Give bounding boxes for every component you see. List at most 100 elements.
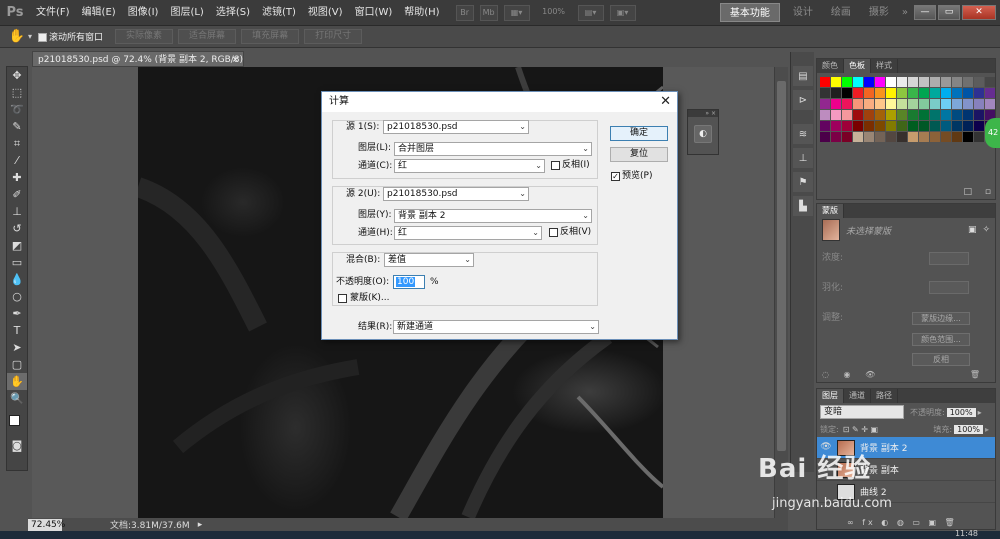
color-swatch[interactable] (897, 110, 907, 120)
color-swatch[interactable] (820, 132, 830, 142)
vector-mask-icon[interactable]: ✧ (982, 225, 990, 235)
color-swatch[interactable] (919, 88, 929, 98)
zoom-level[interactable]: 100% (536, 5, 572, 21)
color-swatch[interactable] (930, 110, 940, 120)
brush-panel-icon[interactable]: ≋ (793, 124, 813, 144)
color-swatch[interactable] (952, 88, 962, 98)
source1-invert-checkbox[interactable] (551, 161, 560, 170)
color-swatch[interactable] (853, 77, 863, 87)
history-brush-tool-icon[interactable]: ↺ (7, 220, 27, 237)
healing-brush-tool-icon[interactable]: ✚ (7, 169, 27, 186)
color-swatch[interactable] (930, 121, 940, 131)
path-selection-tool-icon[interactable]: ➤ (7, 339, 27, 356)
type-tool-icon[interactable]: T (7, 322, 27, 339)
close-window-button[interactable]: ✕ (962, 5, 996, 20)
source2-channel-select[interactable]: 红 ⌄ (394, 226, 542, 240)
color-swatch[interactable] (974, 110, 984, 120)
color-swatch[interactable] (897, 121, 907, 131)
swatch-footer-icons[interactable]: □ ▫ (964, 187, 992, 197)
menu-filter[interactable]: 滤镜(T) (256, 0, 302, 26)
workspace-essentials[interactable]: 基本功能 (719, 3, 780, 22)
pen-tool-icon[interactable]: ✒ (7, 305, 27, 322)
view-extras-button[interactable]: ▦▾ (503, 4, 530, 21)
color-swatches[interactable] (7, 407, 27, 437)
color-swatch[interactable] (919, 121, 929, 131)
color-swatch[interactable] (952, 99, 962, 109)
delete-swatch-icon[interactable]: ▫ (985, 187, 991, 197)
color-swatch[interactable] (908, 77, 918, 87)
close-document-icon[interactable]: × (231, 52, 239, 66)
foreground-color[interactable] (9, 415, 20, 426)
source2-file-select[interactable]: p21018530.psd ⌄ (383, 187, 529, 201)
eraser-tool-icon[interactable]: ◩ (7, 237, 27, 254)
color-swatch[interactable] (930, 88, 940, 98)
workspace-photography[interactable]: 摄影 (860, 0, 898, 26)
color-swatch[interactable] (831, 110, 841, 120)
color-swatch[interactable] (952, 110, 962, 120)
tab-paths[interactable]: 路径 (871, 389, 898, 403)
stamp-panel-icon[interactable]: ▙ (793, 196, 813, 216)
lasso-tool-icon[interactable]: ➰ (7, 101, 27, 118)
workspace-design[interactable]: 设计 (784, 0, 822, 26)
minibridge-button[interactable]: Mb (479, 4, 498, 21)
clone-stamp-tool-icon[interactable]: ⊥ (7, 203, 27, 220)
color-swatch[interactable] (974, 121, 984, 131)
layers-footer-icons[interactable]: ∞ fx ◐ ◍ ▭ ▣ 🗑 (847, 518, 958, 527)
color-swatch[interactable] (941, 110, 951, 120)
mask-edge-button[interactable]: 蒙版边缘... (912, 312, 970, 325)
tab-color[interactable]: 颜色 (817, 59, 844, 73)
source1-file-select[interactable]: p21018530.psd ⌄ (383, 120, 529, 134)
fill-screen-button[interactable]: 填充屏幕 (241, 29, 300, 44)
move-tool-icon[interactable]: ✥ (7, 67, 27, 84)
menu-select[interactable]: 选择(S) (210, 0, 256, 26)
zoom-field[interactable]: 72.45% (28, 518, 65, 531)
adjustment-icon[interactable]: ◐ (694, 125, 712, 143)
source2-layer-select[interactable]: 背景 副本 2 ⌄ (394, 209, 592, 223)
tool-presets-icon[interactable]: ⚑ (793, 172, 813, 192)
blur-tool-icon[interactable]: 💧 (7, 271, 27, 288)
color-swatch[interactable] (963, 110, 973, 120)
source1-channel-select[interactable]: 红 ⌄ (394, 159, 545, 173)
color-swatch[interactable] (985, 77, 995, 87)
reset-button[interactable]: 复位 (610, 147, 668, 162)
color-swatch[interactable] (875, 77, 885, 87)
scroll-all-windows-checkbox[interactable]: 滚动所有窗口 (38, 30, 103, 43)
color-swatch[interactable] (908, 99, 918, 109)
layer-opacity-field[interactable]: 100% (946, 407, 976, 417)
color-swatch[interactable] (864, 88, 874, 98)
color-swatch[interactable] (853, 132, 863, 142)
color-swatch[interactable] (820, 121, 830, 131)
color-swatch[interactable] (842, 77, 852, 87)
color-swatch[interactable] (864, 121, 874, 131)
menu-layer[interactable]: 图层(L) (164, 0, 209, 26)
preview-checkbox[interactable]: ✓ (611, 172, 620, 181)
color-swatch[interactable] (820, 88, 830, 98)
arrange-documents-button[interactable]: ▤▾ (577, 4, 604, 21)
new-swatch-icon[interactable]: □ (964, 187, 973, 197)
history-panel-icon[interactable]: ▤ (793, 66, 813, 86)
color-swatch[interactable] (908, 132, 918, 142)
tab-styles[interactable]: 样式 (871, 59, 898, 73)
color-swatch[interactable] (853, 110, 863, 120)
color-swatch[interactable] (919, 132, 929, 142)
opacity-input[interactable]: 100 (393, 275, 425, 289)
color-swatch[interactable] (963, 99, 973, 109)
load-selection-icon[interactable]: ◌ (822, 370, 829, 379)
color-swatch[interactable] (919, 110, 929, 120)
color-swatch[interactable] (831, 132, 841, 142)
color-swatch[interactable] (831, 121, 841, 131)
color-swatch[interactable] (842, 121, 852, 131)
actions-panel-icon[interactable]: ⊳ (793, 90, 813, 110)
notification-badge[interactable]: 42 (985, 118, 1000, 148)
actual-pixels-button[interactable]: 实际像素 (115, 29, 174, 44)
menu-file[interactable]: 文件(F) (30, 0, 76, 26)
color-swatch[interactable] (963, 121, 973, 131)
color-swatch[interactable] (875, 99, 885, 109)
color-swatch[interactable] (952, 132, 962, 142)
bridge-button[interactable]: Br (455, 4, 474, 21)
menu-window[interactable]: 窗口(W) (349, 0, 399, 26)
color-swatch[interactable] (831, 88, 841, 98)
color-swatch[interactable] (963, 88, 973, 98)
pixel-mask-icon[interactable]: ▣ (968, 225, 977, 235)
color-swatch[interactable] (941, 132, 951, 142)
